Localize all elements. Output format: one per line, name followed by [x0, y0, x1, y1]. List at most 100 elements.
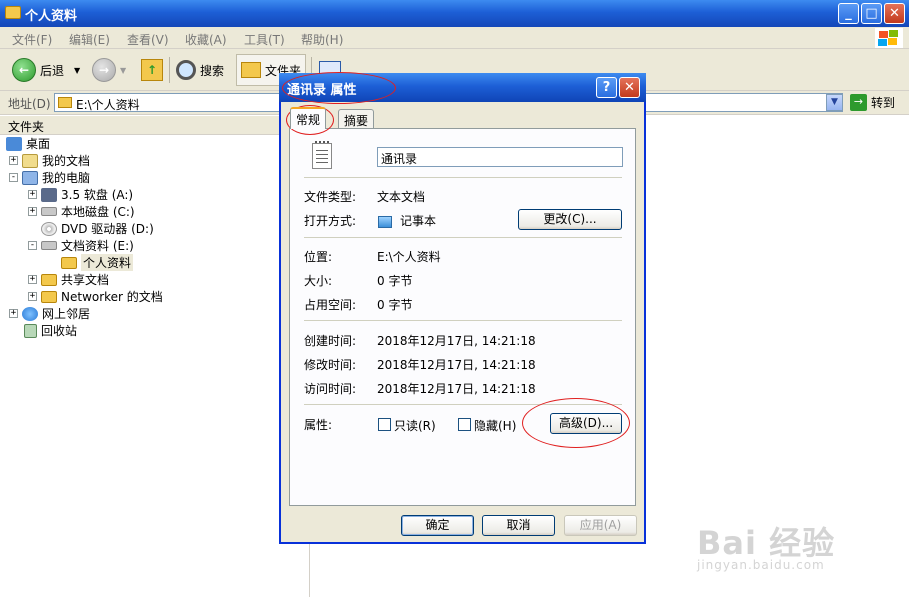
- tree-item-shared-documents[interactable]: + 共享文档: [28, 271, 109, 288]
- size-label: 大小:: [304, 274, 333, 288]
- search-label: 搜索: [200, 63, 225, 78]
- up-folder-button[interactable]: ↑: [137, 54, 167, 86]
- size-value: 0 字节: [377, 274, 413, 288]
- collapse-icon[interactable]: -: [28, 241, 37, 250]
- address-value: E:\个人资料: [76, 98, 140, 112]
- tree-item-desktop[interactable]: 桌面: [6, 135, 50, 152]
- window-title: 个人资料: [25, 9, 78, 24]
- tree-item-label: 个人资料: [81, 254, 134, 271]
- accessed-label: 访问时间:: [304, 382, 357, 396]
- minimize-button[interactable]: _: [838, 3, 859, 24]
- maximize-button[interactable]: □: [861, 3, 882, 24]
- readonly-checkbox[interactable]: [378, 418, 391, 431]
- expand-icon[interactable]: +: [28, 275, 37, 284]
- file-type-label: 文件类型:: [304, 190, 357, 204]
- open-with-value: 记事本: [400, 214, 437, 228]
- menu-bar: 文件(F) 编辑(E) 查看(V) 收藏(A) 工具(T) 帮助(H): [0, 27, 909, 49]
- tree-item-floppy[interactable]: + 3.5 软盘 (A:): [28, 186, 133, 203]
- tree-item-local-disk-c[interactable]: + 本地磁盘 (C:): [28, 203, 135, 220]
- toolbar-separator: [169, 57, 170, 83]
- menu-view[interactable]: 查看(V): [127, 31, 169, 48]
- hidden-checkbox[interactable]: [458, 418, 471, 431]
- apply-button[interactable]: 应用(A): [564, 515, 637, 536]
- open-with-label: 打开方式:: [304, 214, 357, 228]
- go-arrow-icon: →: [850, 94, 867, 111]
- file-type-value: 文本文档: [377, 190, 426, 204]
- collapse-icon[interactable]: -: [9, 173, 18, 182]
- hidden-label: 隐藏(H): [474, 419, 517, 433]
- size-on-disk-label: 占用空间:: [304, 298, 357, 312]
- expand-icon[interactable]: +: [28, 207, 37, 216]
- expand-icon[interactable]: +: [9, 309, 18, 318]
- advanced-button[interactable]: 高级(D)...: [550, 413, 622, 434]
- dialog-title: 通讯录 属性: [287, 83, 357, 98]
- tab-summary[interactable]: 摘要: [338, 109, 375, 128]
- properties-dialog: 通讯录 属性 ? ✕ 常规 摘要 通讯录 文件类型: 文本文档 打开方式: 记事…: [279, 73, 646, 544]
- tree-item-documents-e[interactable]: - 文档资料 (E:): [28, 237, 134, 254]
- accessed-value: 2018年12月17日, 14:21:18: [377, 382, 536, 396]
- tree-item-label: 我的电脑: [42, 171, 91, 185]
- close-button[interactable]: ✕: [884, 3, 905, 24]
- search-icon: [176, 60, 196, 80]
- folder-icon: [58, 97, 72, 108]
- tree-item-my-documents[interactable]: + 我的文档: [9, 152, 90, 169]
- tree-item-my-computer[interactable]: - 我的电脑: [9, 169, 90, 186]
- divider: [304, 237, 622, 238]
- attributes-label: 属性:: [304, 418, 333, 432]
- location-label: 位置:: [304, 250, 333, 264]
- hard-disk-icon: [41, 241, 57, 250]
- menu-help[interactable]: 帮助(H): [301, 31, 343, 48]
- tab-general[interactable]: 常规: [290, 107, 327, 129]
- dropdown-arrow-icon[interactable]: ▼: [120, 66, 126, 75]
- my-documents-icon: [22, 153, 38, 168]
- tree-item-label: 回收站: [41, 324, 78, 338]
- menu-edit[interactable]: 编辑(E): [69, 31, 110, 48]
- tree-item-label: 共享文档: [61, 273, 110, 287]
- readonly-label: 只读(R): [394, 419, 436, 433]
- go-label: 转到: [871, 96, 896, 110]
- go-button[interactable]: → 转到: [850, 94, 895, 111]
- expand-icon[interactable]: +: [28, 292, 37, 301]
- file-name-input[interactable]: 通讯录: [377, 147, 623, 167]
- created-label: 创建时间:: [304, 334, 357, 348]
- folder-open-icon: [61, 256, 77, 269]
- divider: [304, 404, 622, 405]
- tree-item-label: 网上邻居: [42, 307, 91, 321]
- windows-logo-icon: [875, 28, 903, 48]
- expand-icon[interactable]: +: [28, 190, 37, 199]
- tree-item-networker-documents[interactable]: + Networker 的文档: [28, 288, 163, 305]
- tree-item-recycle-bin[interactable]: 回收站: [24, 322, 77, 339]
- menu-tools[interactable]: 工具(T): [244, 31, 285, 48]
- floppy-icon: [41, 187, 57, 202]
- tree-item-personal-files[interactable]: 个人资料: [61, 254, 134, 271]
- dropdown-arrow-icon[interactable]: ▼: [74, 66, 80, 75]
- text-file-icon: [312, 141, 332, 169]
- location-value: E:\个人资料: [377, 250, 441, 264]
- notepad-icon: [378, 216, 392, 228]
- my-computer-icon: [22, 170, 38, 185]
- folder-pane: 文件夹 桌面 + 我的文档 - 我的电脑 + 3.5 软盘 (A:) + 本地磁…: [0, 116, 310, 597]
- up-folder-icon: ↑: [141, 59, 163, 81]
- tree-item-label: 3.5 软盘 (A:): [61, 188, 134, 202]
- help-button[interactable]: ?: [596, 77, 617, 98]
- search-button[interactable]: 搜索: [172, 54, 228, 86]
- forward-button[interactable]: → ▼: [88, 54, 130, 86]
- expand-icon[interactable]: +: [9, 156, 18, 165]
- desktop-icon: [6, 136, 22, 151]
- menu-favorites[interactable]: 收藏(A): [185, 31, 227, 48]
- tree-item-label: 文档资料 (E:): [61, 239, 134, 253]
- folder-icon: [41, 290, 57, 303]
- ok-button[interactable]: 确定: [401, 515, 474, 536]
- hard-disk-icon: [41, 207, 57, 216]
- change-button[interactable]: 更改(C)...: [518, 209, 622, 230]
- tree-item-label: 桌面: [26, 137, 51, 151]
- watermark-text: Bai 经验: [697, 524, 836, 562]
- back-button[interactable]: ← 后退 ▼: [8, 54, 84, 86]
- tree-item-dvd-drive[interactable]: DVD 驱动器 (D:): [41, 220, 154, 237]
- address-dropdown-button[interactable]: ▼: [826, 94, 843, 111]
- dialog-close-button[interactable]: ✕: [619, 77, 640, 98]
- tree-item-network-places[interactable]: + 网上邻居: [9, 305, 90, 322]
- forward-arrow-icon: →: [92, 58, 116, 82]
- cancel-button[interactable]: 取消: [482, 515, 555, 536]
- menu-file[interactable]: 文件(F): [12, 31, 52, 48]
